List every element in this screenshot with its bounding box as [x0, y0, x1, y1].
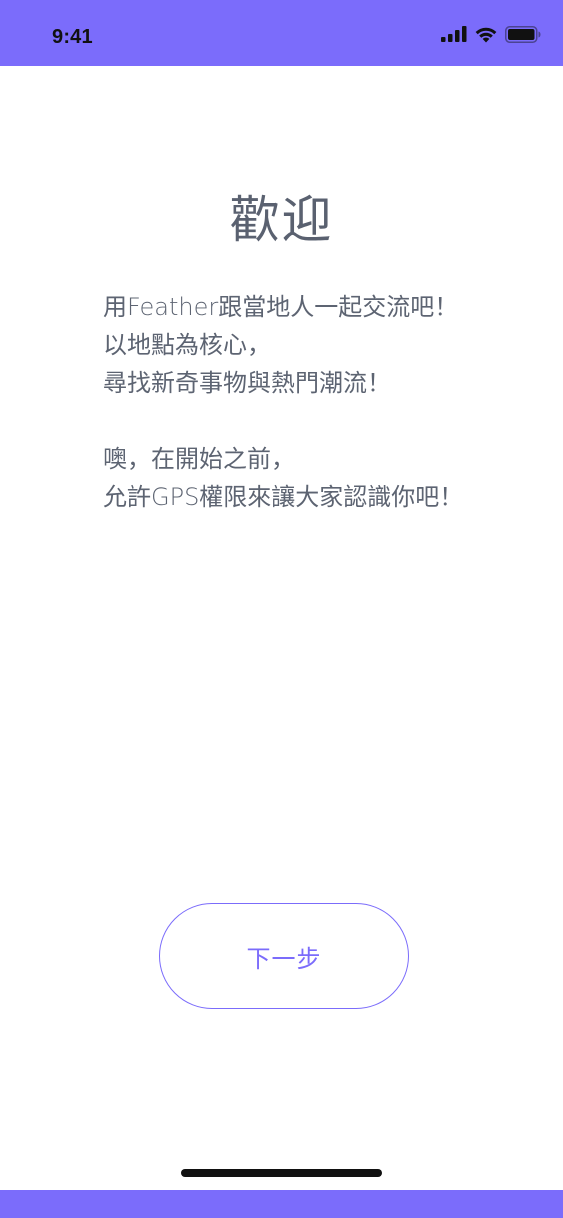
- next-button-label: 下一步: [246, 944, 322, 973]
- home-indicator[interactable]: [181, 1169, 382, 1177]
- status-icons: [441, 25, 541, 47]
- intro-line: 以地點為核心，: [103, 331, 271, 359]
- gps-prompt-line: 噢，在開始之前，: [103, 445, 295, 473]
- status-time: 9:41: [52, 26, 93, 48]
- intro-line: 用Feather跟當地人一起交流吧！: [103, 293, 459, 321]
- battery-icon: [505, 25, 541, 47]
- status-bar: 9:41: [0, 0, 563, 66]
- intro-line: 尋找新奇事物與熱門潮流！: [103, 369, 391, 397]
- gps-prompt-line: 允許GPS權限來讓大家認識你吧！: [103, 483, 464, 511]
- cellular-signal-icon: [441, 26, 467, 46]
- welcome-title: 歡迎: [229, 191, 334, 249]
- bottom-bar: [0, 1190, 563, 1218]
- intro-text: 用Feather跟當地人一起交流吧！ 以地點為核心， 尋找新奇事物與熱門潮流！ …: [103, 288, 533, 516]
- next-button[interactable]: 下一步: [159, 903, 409, 1009]
- wifi-icon: [474, 26, 498, 47]
